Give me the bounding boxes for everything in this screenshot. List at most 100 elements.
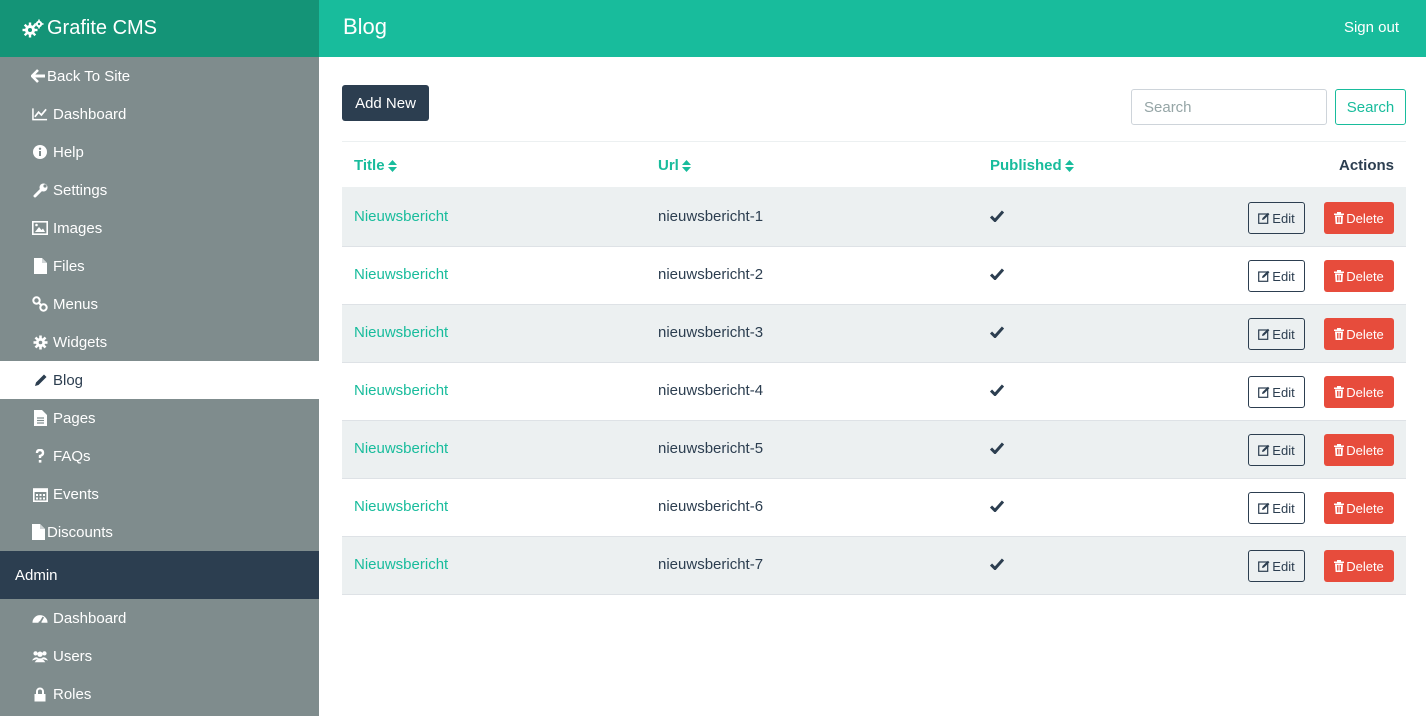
row-title-link[interactable]: Nieuwsbericht — [354, 498, 448, 515]
delete-button[interactable]: Delete — [1324, 376, 1394, 408]
lock-icon — [32, 686, 48, 702]
edit-icon — [1258, 386, 1270, 398]
table-row: Nieuwsbericht nieuwsbericht-2 Edit Delete — [342, 247, 1406, 305]
sidebar-item-pages[interactable]: Pages — [0, 399, 319, 437]
table-row: Nieuwsbericht nieuwsbericht-7 Edit Delete — [342, 537, 1406, 595]
table-row: Nieuwsbericht nieuwsbericht-4 Edit Delete — [342, 363, 1406, 421]
row-url: nieuwsbericht-6 — [658, 498, 764, 515]
row-title-link[interactable]: Nieuwsbericht — [354, 208, 448, 225]
table-header: Title Url Published Actions — [342, 141, 1406, 189]
edit-label: Edit — [1272, 500, 1295, 516]
delete-button[interactable]: Delete — [1324, 318, 1394, 350]
row-title-link[interactable]: Nieuwsbericht — [354, 440, 448, 457]
sidebar-item-menus[interactable]: Menus — [0, 285, 319, 323]
sidebar-item-settings[interactable]: Settings — [0, 171, 319, 209]
row-title-link[interactable]: Nieuwsbericht — [354, 266, 448, 283]
sidebar-item-dashboard[interactable]: Dashboard — [0, 95, 319, 133]
delete-button[interactable]: Delete — [1324, 550, 1394, 582]
calendar-icon — [32, 486, 48, 502]
delete-button[interactable]: Delete — [1324, 260, 1394, 292]
sidebar-item-back-to-site[interactable]: Back To Site — [0, 57, 319, 95]
edit-label: Edit — [1272, 210, 1295, 226]
edit-icon — [1258, 270, 1270, 282]
users-icon — [32, 648, 48, 664]
row-title-link[interactable]: Nieuwsbericht — [354, 382, 448, 399]
nav-item-label: Images — [53, 219, 103, 237]
arrow-left-icon — [30, 68, 46, 84]
published-check-icon — [989, 441, 1005, 458]
edit-button[interactable]: Edit — [1248, 376, 1305, 408]
delete-button[interactable]: Delete — [1324, 492, 1394, 524]
column-actions-label: Actions — [1338, 157, 1394, 174]
row-url: nieuwsbericht-2 — [658, 266, 764, 283]
topbar: Blog Sign out — [319, 0, 1426, 57]
add-new-button[interactable]: Add New — [342, 85, 429, 121]
file-icon — [32, 258, 48, 274]
edit-label: Edit — [1272, 326, 1295, 342]
column-title-label: Title — [354, 157, 385, 174]
row-url: nieuwsbericht-7 — [658, 556, 764, 573]
sidebar-item-faqs[interactable]: FAQs — [0, 437, 319, 475]
nav-item-label: Discounts — [47, 523, 113, 541]
edit-icon — [1258, 502, 1270, 514]
nav-item-label: Dashboard — [53, 105, 127, 123]
admin-item-dashboard[interactable]: Dashboard — [0, 599, 319, 637]
edit-icon — [1258, 328, 1270, 340]
search-button[interactable]: Search — [1335, 89, 1406, 125]
published-check-icon — [989, 325, 1005, 342]
nav-item-label: Dashboard — [53, 609, 127, 627]
sidebar-item-widgets[interactable]: Widgets — [0, 323, 319, 361]
sidebar-item-files[interactable]: Files — [0, 247, 319, 285]
nav-item-label: Back To Site — [47, 67, 131, 85]
sort-icon — [1064, 159, 1074, 172]
delete-label: Delete — [1346, 558, 1384, 574]
edit-button[interactable]: Edit — [1248, 202, 1305, 234]
trash-icon — [1334, 560, 1345, 572]
delete-button[interactable]: Delete — [1324, 202, 1394, 234]
link-icon — [32, 296, 48, 312]
delete-button[interactable]: Delete — [1324, 434, 1394, 466]
column-title-header[interactable]: Title — [354, 157, 397, 174]
sidebar-item-blog[interactable]: Blog — [0, 361, 319, 399]
trash-icon — [1334, 502, 1345, 514]
sign-out-link[interactable]: Sign out — [1344, 19, 1399, 36]
trash-icon — [1334, 386, 1345, 398]
admin-item-users[interactable]: Users — [0, 637, 319, 675]
edit-button[interactable]: Edit — [1248, 260, 1305, 292]
table-row: Nieuwsbericht nieuwsbericht-5 Edit Delete — [342, 421, 1406, 479]
nav-item-label: Blog — [53, 371, 84, 389]
gear-icon — [32, 334, 48, 350]
column-published-header[interactable]: Published — [990, 157, 1074, 174]
sidebar-item-images[interactable]: Images — [0, 209, 319, 247]
edit-button[interactable]: Edit — [1248, 550, 1305, 582]
sidebar-item-discounts[interactable]: Discounts — [0, 513, 319, 551]
row-title-link[interactable]: Nieuwsbericht — [354, 324, 448, 341]
nav-item-label: Users — [53, 647, 93, 665]
delete-label: Delete — [1346, 384, 1384, 400]
sidebar-item-help[interactable]: Help — [0, 133, 319, 171]
image-icon — [32, 220, 48, 236]
sidebar: Grafite CMS Back To Site Dashboard Help Set… — [0, 0, 319, 716]
edit-button[interactable]: Edit — [1248, 318, 1305, 350]
delete-label: Delete — [1346, 326, 1384, 342]
admin-header-label: Admin — [15, 566, 58, 584]
column-url-header[interactable]: Url — [658, 157, 691, 174]
page-title: Blog — [343, 14, 388, 39]
admin-item-roles[interactable]: Roles — [0, 675, 319, 713]
search-input[interactable] — [1131, 89, 1327, 125]
column-published-label: Published — [990, 157, 1062, 174]
sidebar-item-events[interactable]: Events — [0, 475, 319, 513]
column-url-label: Url — [658, 157, 679, 174]
sort-icon — [387, 159, 397, 172]
brand-name: Grafite CMS — [47, 17, 158, 39]
info-circle-icon — [32, 144, 48, 160]
nav-item-label: Help — [53, 143, 84, 161]
nav-item-label: Widgets — [53, 333, 108, 351]
row-title-link[interactable]: Nieuwsbericht — [354, 556, 448, 573]
edit-button[interactable]: Edit — [1248, 492, 1305, 524]
edit-button[interactable]: Edit — [1248, 434, 1305, 466]
column-actions-header: Actions — [1339, 157, 1394, 174]
brand[interactable]: Grafite CMS — [0, 0, 319, 57]
edit-icon — [1258, 560, 1270, 572]
trash-icon — [1334, 270, 1345, 282]
